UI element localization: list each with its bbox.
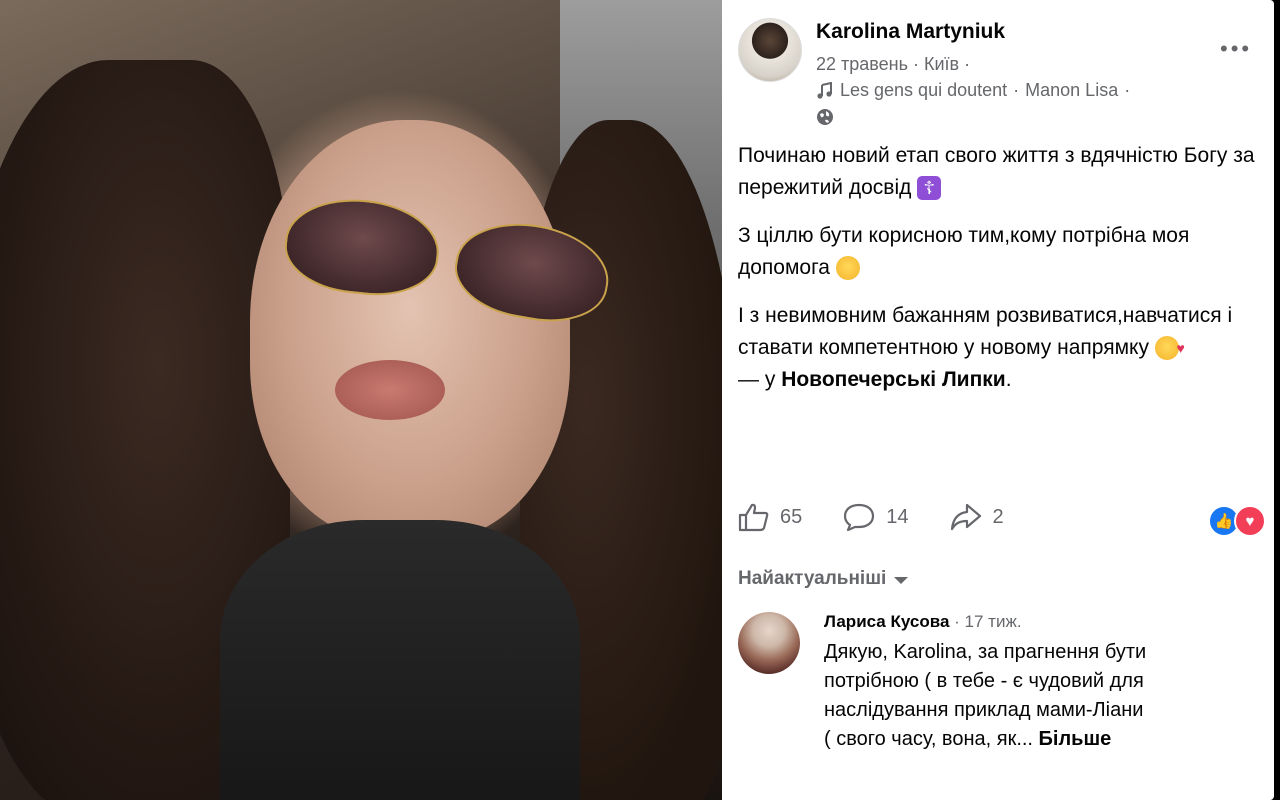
- commenter-name[interactable]: Лариса Кусова: [824, 612, 949, 631]
- location-link[interactable]: Новопечерські Липки: [781, 368, 1006, 391]
- share-button[interactable]: 2: [949, 502, 1004, 532]
- shirt: [220, 520, 580, 800]
- author-avatar[interactable]: [738, 18, 802, 82]
- post-meta: 22 травень · Київ ·: [816, 54, 971, 74]
- reactions-summary[interactable]: 👍 ♥: [1208, 505, 1266, 537]
- see-more-link[interactable]: Більше: [1039, 728, 1112, 750]
- globe-icon[interactable]: [816, 108, 834, 126]
- post-city[interactable]: Київ: [924, 54, 959, 74]
- post-paragraph: І з невимовним бажанням розвиватися,навч…: [738, 300, 1258, 364]
- reaction-heart-icon: ♥: [1234, 505, 1266, 537]
- face: [250, 120, 570, 540]
- lips: [335, 360, 445, 420]
- comment-header: Лариса Кусова · 17 тиж.: [824, 612, 1022, 631]
- comment-text: Дякую, Karolina, за прагнення бути потрі…: [824, 641, 1147, 750]
- post-location: — у Новопечерські Липки.: [738, 368, 1012, 391]
- like-button[interactable]: 65: [738, 502, 802, 532]
- author-name[interactable]: Karolina Martyniuk: [816, 20, 1005, 44]
- comment-button[interactable]: 14: [842, 502, 909, 532]
- post-photo[interactable]: [0, 0, 722, 800]
- commenter-avatar[interactable]: [738, 612, 800, 674]
- post-paragraph: Починаю новий етап свого життя з вдячніс…: [738, 144, 1255, 201]
- more-dots-icon[interactable]: •••: [1220, 36, 1252, 62]
- comments-sort[interactable]: Найактуальніші: [738, 568, 909, 590]
- like-count: 65: [780, 505, 803, 528]
- song-title[interactable]: Les gens qui doutent: [840, 80, 1007, 101]
- hearts-face-emoji-icon: [1154, 332, 1185, 364]
- comment-time[interactable]: 17 тиж.: [965, 612, 1022, 631]
- post-date[interactable]: 22 травень: [816, 54, 908, 74]
- caret-down-icon: [894, 577, 909, 584]
- share-icon: [950, 503, 981, 531]
- orthodox-cross-emoji-icon: ☦: [917, 176, 942, 201]
- music-note-icon: [817, 81, 832, 99]
- song-artist[interactable]: Manon Lisa: [1025, 80, 1118, 101]
- post-actions: 65 14 2: [738, 502, 1044, 532]
- post-paragraph: З ціллю бути корисною тим,кому потрібна …: [738, 224, 1190, 281]
- like-icon: [738, 503, 769, 532]
- post-text: Починаю новий етап свого життя з вдячніс…: [738, 140, 1258, 396]
- smiling-face-emoji-icon: [835, 256, 860, 281]
- share-count: 2: [992, 505, 1004, 528]
- post-music[interactable]: Les gens qui doutent · Manon Lisa ·: [816, 80, 1130, 101]
- comment-count: 14: [886, 505, 909, 528]
- comment-icon: [844, 503, 875, 532]
